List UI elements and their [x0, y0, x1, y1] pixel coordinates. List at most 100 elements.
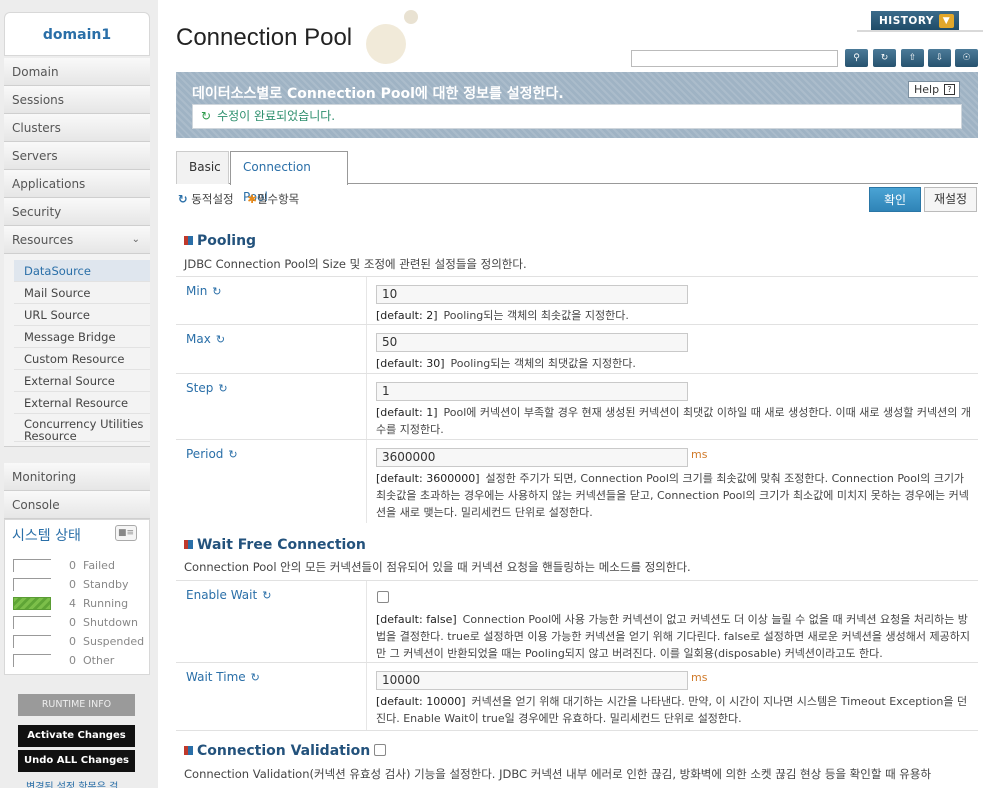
field-row-period: Period ↻ 3600000 ms [default: 3600000] 설정한…: [176, 439, 978, 523]
history-button[interactable]: HISTORY ▼: [871, 11, 959, 31]
runtime-info-button[interactable]: RUNTIME INFO: [18, 694, 135, 716]
period-desc: [default: 3600000] 설정한 주기가 되면, Connection…: [376, 472, 969, 519]
success-text: 수정이 완료되었습니다.: [217, 109, 336, 123]
monitor-icon[interactable]: ■≡: [115, 525, 137, 541]
period-input[interactable]: 3600000: [376, 448, 688, 467]
section-marker-icon: [184, 540, 193, 549]
ok-button[interactable]: 확인: [869, 187, 921, 212]
help-label: Help: [914, 83, 940, 96]
status-bar-running: [13, 597, 51, 610]
tab-bar: Basic Connection Pool: [176, 151, 978, 204]
wait-time-unit: ms: [691, 671, 708, 684]
decoration-circle: [366, 24, 406, 64]
resources-subnav: DataSource Mail Source URL Source Messag…: [4, 254, 150, 447]
max-input[interactable]: 50: [376, 333, 688, 352]
field-row-max: Max ↻ 50 [default: 30] Pooling되는 객체의 최댓값을 …: [176, 324, 978, 373]
subnav-custom-resource[interactable]: Custom Resource: [14, 348, 150, 370]
field-row-enable-wait: Enable Wait ↻ [default: false] Connection …: [176, 580, 978, 662]
section-marker-icon: [184, 746, 193, 755]
dynamic-setting-icon: ↻: [218, 382, 228, 395]
question-icon: ?: [944, 84, 955, 95]
section-validation-desc: Connection Validation(커넥션 유효성 검사) 기능을 설정…: [184, 767, 932, 781]
banner-text: 데이터소스별로 Connection Pool에 대한 정보를 설정한다.: [192, 86, 564, 102]
nav-clusters[interactable]: Clusters: [4, 114, 150, 142]
required-icon: ✱: [247, 192, 257, 206]
status-bar: [13, 654, 51, 667]
chevron-down-icon: ⌄: [131, 234, 140, 245]
dynamic-setting-icon: ↻: [228, 448, 238, 461]
nav-applications[interactable]: Applications: [4, 170, 150, 198]
field-row-wait-time: Wait Time ↻ 10000 ms [default: 10000] 커넥션을…: [176, 662, 978, 730]
subnav-mail-source[interactable]: Mail Source: [14, 282, 150, 304]
wait-time-desc: [default: 10000] 커넥션을 얻기 위해 대기하는 시간을 나타낸다…: [376, 695, 968, 725]
step-input[interactable]: 1: [376, 382, 688, 401]
enable-wait-checkbox[interactable]: [377, 591, 389, 603]
legend: ↻ 동적설정 ✱필수항목: [178, 191, 299, 207]
history-label: HISTORY: [879, 15, 934, 27]
undo-all-changes-button[interactable]: Undo ALL Changes: [18, 750, 135, 772]
chevron-down-icon: ▼: [939, 14, 954, 28]
subnav-external-resource[interactable]: External Resource: [14, 392, 150, 414]
field-label-step: Step ↻: [186, 381, 231, 395]
step-desc: [default: 1] Pool에 커넥션이 부족할 경우 현재 생성된 커넥션…: [376, 406, 971, 436]
decoration-dot: [404, 10, 418, 24]
field-label-min: Min ↻: [186, 284, 225, 298]
lock-icon[interactable]: ☉: [955, 49, 978, 67]
legend-dynamic: 동적설정: [191, 192, 234, 206]
bottom-nav: Monitoring Console: [4, 463, 150, 519]
subnav-message-bridge[interactable]: Message Bridge: [14, 326, 150, 348]
status-bar: [13, 578, 51, 591]
nav-security[interactable]: Security: [4, 198, 150, 226]
activate-changes-button[interactable]: Activate Changes: [18, 725, 135, 747]
tab-basic[interactable]: Basic: [176, 151, 229, 184]
min-input[interactable]: 10: [376, 285, 688, 304]
wait-time-input[interactable]: 10000: [376, 671, 688, 690]
nav-domain[interactable]: Domain: [4, 58, 150, 86]
tab-connection-pool[interactable]: Connection Pool: [230, 151, 348, 204]
xml-export-icon[interactable]: ⇧: [901, 49, 924, 67]
subnav-external-source[interactable]: External Source: [14, 370, 150, 392]
changes-note: 변경된 설정 항목은 걸: [26, 782, 119, 788]
dynamic-setting-icon: ↻: [262, 589, 272, 602]
section-wait-desc: Connection Pool 안의 모든 커넥션들이 점유되어 있을 때 커넥…: [184, 560, 691, 574]
search-input[interactable]: [631, 50, 838, 67]
max-desc: [default: 30] Pooling되는 객체의 최댓값을 지정한다.: [376, 357, 636, 370]
refresh-icon[interactable]: ↻: [873, 49, 896, 67]
system-status-panel: 시스템 상태 ■≡ 0 Failed 0 Standby 4 Running 0…: [4, 519, 150, 675]
field-label-period: Period ↻: [186, 447, 241, 461]
status-shutdown: 0 Shutdown: [13, 614, 143, 633]
subnav-concurrency-utilities[interactable]: Concurrency Utilities Resource: [14, 414, 150, 442]
help-button[interactable]: Help ?: [908, 81, 960, 98]
section-wait-title: Wait Free Connection: [184, 537, 366, 553]
xml-import-icon[interactable]: ⇩: [928, 49, 951, 67]
status-bar: [13, 616, 51, 629]
search-icon[interactable]: ⚲: [845, 49, 868, 67]
nav-monitoring[interactable]: Monitoring: [4, 463, 150, 491]
page-title: Connection Pool: [176, 24, 353, 51]
divider: [857, 30, 983, 32]
section-marker-icon: [184, 236, 193, 245]
validation-checkbox[interactable]: [374, 744, 387, 756]
domain-title[interactable]: domain1: [4, 12, 150, 56]
field-row-step: Step ↻ 1 [default: 1] Pool에 커넥션이 부족할 경우 현재…: [176, 373, 978, 439]
nav-resources[interactable]: Resources ⌄: [4, 226, 150, 254]
nav-console[interactable]: Console: [4, 491, 150, 519]
subnav-datasource[interactable]: DataSource: [14, 260, 150, 282]
main-content: Connection Pool HISTORY ▼ ⚲ ↻ ⇧ ⇩ ☉ 데이터소…: [176, 0, 983, 788]
dynamic-setting-icon: ↻: [250, 671, 260, 684]
dynamic-setting-icon: ↻: [178, 192, 188, 206]
nav-sessions[interactable]: Sessions: [4, 86, 150, 114]
reset-button[interactable]: 재설정: [924, 187, 977, 212]
info-banner: 데이터소스별로 Connection Pool에 대한 정보를 설정한다. He…: [176, 72, 978, 138]
sidebar: domain1 Domain Sessions Clusters Servers…: [0, 0, 158, 788]
enable-wait-desc: [default: false] Connection Pool에 사용 가능한 …: [376, 613, 970, 660]
status-other: 0 Other: [13, 652, 143, 671]
subnav-url-source[interactable]: URL Source: [14, 304, 150, 326]
divider: [176, 730, 978, 731]
nav-servers[interactable]: Servers: [4, 142, 150, 170]
status-bar: [13, 559, 51, 572]
status-running: 4 Running: [13, 595, 143, 614]
main-nav: Domain Sessions Clusters Servers Applica…: [4, 58, 150, 447]
field-label-max: Max ↻: [186, 332, 229, 346]
field-label-wait-time: Wait Time ↻: [186, 670, 264, 684]
